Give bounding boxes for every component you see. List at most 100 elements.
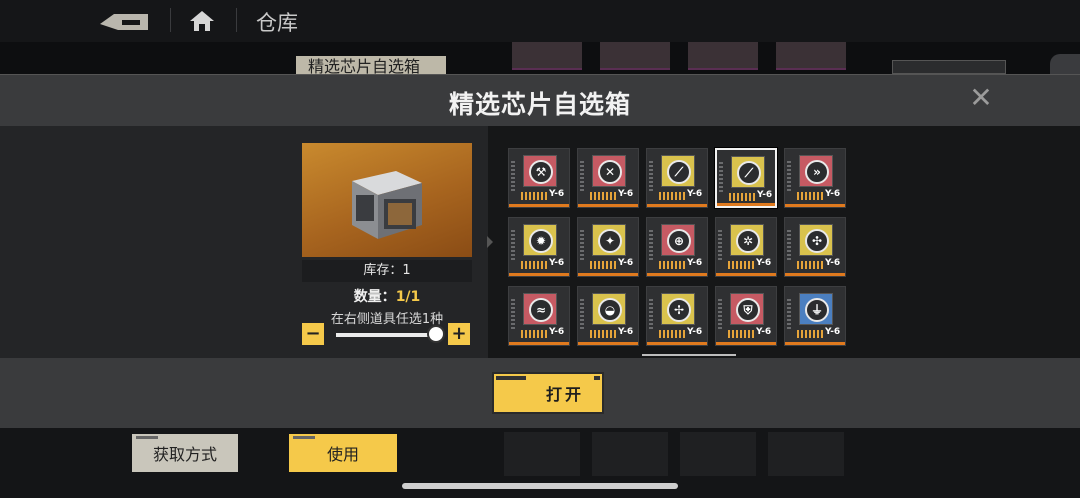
chip-item[interactable]: ✲ Y-6 <box>715 217 777 277</box>
chip-face: ✕ <box>592 155 626 187</box>
quantity-slider[interactable] <box>336 333 436 337</box>
wave-icon: ≈ <box>529 298 553 322</box>
page-title: 仓库 <box>256 11 298 35</box>
chip-item[interactable]: ⛨ Y-6 <box>715 286 777 346</box>
chip-edge-lines <box>580 299 584 331</box>
compass-icon: ✣ <box>805 229 829 253</box>
bg-tab-icon[interactable] <box>768 432 844 476</box>
chip-item[interactable]: ⏚ Y-6 <box>784 286 846 346</box>
chip-rarity-strip <box>578 342 638 345</box>
chip-face: ⟋ <box>661 155 695 187</box>
chip-face: ⊕ <box>661 224 695 256</box>
chip-rarity-strip <box>717 203 775 206</box>
home-icon[interactable] <box>188 9 216 33</box>
divider <box>236 8 237 32</box>
chip-item[interactable]: » Y-6 <box>784 148 846 208</box>
bg-item-tab: 精选芯片自选箱 <box>296 56 446 76</box>
plus-button[interactable]: + <box>448 323 470 345</box>
top-bar: 仓库 <box>0 0 1080 42</box>
boot-icon: ⏚ <box>805 298 829 322</box>
chip-item[interactable]: ✢ Y-6 <box>646 286 708 346</box>
chip-item[interactable]: ✹ Y-6 <box>508 217 570 277</box>
quantity-row: 数量：1/1 <box>302 286 472 306</box>
chip-item[interactable]: ✕ Y-6 <box>577 148 639 208</box>
chip-code: Y-6 <box>756 258 772 268</box>
chip-code: Y-6 <box>825 258 841 268</box>
chip-item[interactable]: ≈ Y-6 <box>508 286 570 346</box>
minus-button[interactable]: − <box>302 323 324 345</box>
use-button[interactable]: 使用 <box>289 434 397 472</box>
chip-item[interactable]: ⟋ Y-6 <box>646 148 708 208</box>
chip-bars <box>590 192 618 200</box>
quantity-label: 数量： <box>353 289 396 305</box>
bg-card <box>776 42 846 70</box>
chip-bars <box>728 330 756 338</box>
chip-rarity-strip <box>509 342 569 345</box>
chip-code: Y-6 <box>618 258 634 268</box>
chip-bars <box>521 192 549 200</box>
chip-face: ✲ <box>730 224 764 256</box>
button-tag <box>496 376 526 380</box>
chip-face: » <box>799 155 833 187</box>
chip-code: Y-6 <box>687 189 703 199</box>
bg-card <box>892 60 1006 74</box>
chip-rarity-strip <box>578 204 638 207</box>
chip-item[interactable]: ✣ Y-6 <box>784 217 846 277</box>
panel-arrow-icon <box>487 236 493 248</box>
chip-edge-lines <box>649 161 653 193</box>
chip-code: Y-6 <box>825 327 841 337</box>
chip-item[interactable]: ◒ Y-6 <box>577 286 639 346</box>
bg-tab-icon[interactable] <box>680 432 756 476</box>
chip-face: ✣ <box>799 224 833 256</box>
bg-tab-icon[interactable] <box>592 432 668 476</box>
pen-strike-icon: ⟋ <box>667 160 691 184</box>
chip-rarity-strip <box>647 342 707 345</box>
chip-edge-lines <box>719 162 723 194</box>
fire-icon: ✹ <box>529 229 553 253</box>
scroll-indicator <box>642 354 736 356</box>
chip-bars <box>797 330 825 338</box>
chip-edge-lines <box>649 230 653 262</box>
chip-item[interactable]: ⟋ Y-6 <box>715 148 777 208</box>
chip-face: ◒ <box>592 293 626 325</box>
chip-rarity-strip <box>785 273 845 276</box>
home-indicator[interactable] <box>402 483 678 489</box>
button-tag <box>136 436 158 439</box>
sparkle-icon: ✦ <box>598 229 622 253</box>
chip-code: Y-6 <box>825 189 841 199</box>
chip-rarity-strip <box>716 342 776 345</box>
chip-face: ✹ <box>523 224 557 256</box>
chip-bars <box>797 192 825 200</box>
bg-tab-icon[interactable] <box>504 432 580 476</box>
chip-code: Y-6 <box>549 327 565 337</box>
chip-item[interactable]: ⚒ Y-6 <box>508 148 570 208</box>
chip-bars <box>659 330 687 338</box>
chip-bars <box>590 330 618 338</box>
chip-rarity-strip <box>785 342 845 345</box>
leaf-icon: ✢ <box>667 298 691 322</box>
chip-edge-lines <box>511 230 515 262</box>
chip-rarity-strip <box>578 273 638 276</box>
slider-knob[interactable] <box>427 325 445 343</box>
chip-rarity-strip <box>509 204 569 207</box>
chip-rarity-strip <box>647 204 707 207</box>
chip-edge-lines <box>787 299 791 331</box>
acquire-button[interactable]: 获取方式 <box>132 434 238 472</box>
quantity-value: 1/1 <box>395 289 421 305</box>
chip-code: Y-6 <box>687 327 703 337</box>
chip-edge-lines <box>787 230 791 262</box>
chip-code: Y-6 <box>549 189 565 199</box>
open-button[interactable]: 打开 <box>492 372 604 414</box>
close-icon[interactable]: ✕ <box>966 83 996 113</box>
chip-code: Y-6 <box>756 327 772 337</box>
chip-face: ✢ <box>661 293 695 325</box>
chip-item[interactable]: ✦ Y-6 <box>577 217 639 277</box>
selection-hint: 在右侧道具任选1种 <box>330 312 444 327</box>
chip-bars <box>521 261 549 269</box>
chip-bars <box>659 261 687 269</box>
back-icon[interactable] <box>98 10 154 32</box>
modal-title: 精选芯片自选箱 <box>448 90 631 119</box>
chip-item[interactable]: ⊕ Y-6 <box>646 217 708 277</box>
target-icon: ⊕ <box>667 229 691 253</box>
divider <box>170 8 171 32</box>
